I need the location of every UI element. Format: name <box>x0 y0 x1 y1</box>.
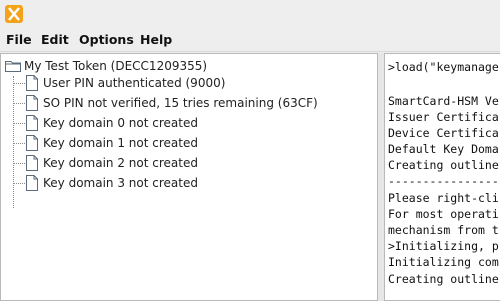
document-icon <box>26 175 38 191</box>
console-line: Initializing com <box>388 255 499 269</box>
menu-bar: File Edit Options Help <box>0 29 500 52</box>
tree-item-key-domain-0[interactable]: Key domain 0 not created <box>13 114 373 134</box>
console-line: Device Certifica <box>388 126 499 140</box>
tree-branch <box>13 183 25 184</box>
tree-branch <box>13 123 25 124</box>
menu-file[interactable]: File <box>6 32 32 47</box>
tree-branch <box>13 163 25 164</box>
document-icon <box>26 75 38 91</box>
tree-item-label: Key domain 1 not created <box>43 136 198 150</box>
folder-icon <box>5 61 21 72</box>
document-icon <box>26 155 38 171</box>
tree-item-key-domain-2[interactable]: Key domain 2 not created <box>13 154 373 174</box>
document-icon <box>26 115 38 131</box>
tree-item-user-pin[interactable]: User PIN authenticated (9000) <box>13 74 373 94</box>
console-line: Creating outline <box>388 272 499 286</box>
menu-options[interactable]: Options <box>79 32 134 47</box>
tree-item-label: Key domain 3 not created <box>43 176 198 190</box>
console-line: >Initializing, p <box>388 239 499 253</box>
token-tree-panel[interactable]: My Test Token (DECC1209355) User PIN aut… <box>0 53 378 301</box>
app-icon[interactable] <box>5 5 23 23</box>
console-line: Please right-cli <box>388 191 499 205</box>
console-line: SmartCard-HSM Ve <box>388 94 499 108</box>
document-icon <box>26 95 38 111</box>
tree-item-label: Key domain 2 not created <box>43 156 198 170</box>
document-icon <box>26 135 38 151</box>
tree-root-label: My Test Token (DECC1209355) <box>24 59 208 73</box>
menu-edit[interactable]: Edit <box>41 32 69 47</box>
tree-branch <box>13 83 25 84</box>
console-line: For most operati <box>388 207 499 221</box>
title-bar <box>0 0 500 28</box>
console-line: Issuer Certifica <box>388 110 499 124</box>
tree-branch <box>13 103 25 104</box>
tree-branch <box>13 143 25 144</box>
console-line: mechanism from t <box>388 223 499 237</box>
tree-item-key-domain-1[interactable]: Key domain 1 not created <box>13 134 373 154</box>
tree-item-label: SO PIN not verified, 15 tries remaining … <box>43 96 318 110</box>
tree-item-label: Key domain 0 not created <box>43 116 198 130</box>
tree-item-label: User PIN authenticated (9000) <box>43 76 226 90</box>
console-line: ---------------- <box>388 174 499 188</box>
console-output-panel[interactable]: >load("keymanage SmartCard-HSM Ve Issuer… <box>384 53 500 301</box>
tree-item-key-domain-3[interactable]: Key domain 3 not created <box>13 174 373 194</box>
console-line: Default Key Doma <box>388 142 499 156</box>
console-line: Creating outline <box>388 158 499 172</box>
application-window: File Edit Options Help My Test Token (DE… <box>0 0 500 301</box>
menu-help[interactable]: Help <box>140 32 172 47</box>
tree-item-so-pin[interactable]: SO PIN not verified, 15 tries remaining … <box>13 94 373 114</box>
console-line: >load("keymanage <box>388 60 499 74</box>
